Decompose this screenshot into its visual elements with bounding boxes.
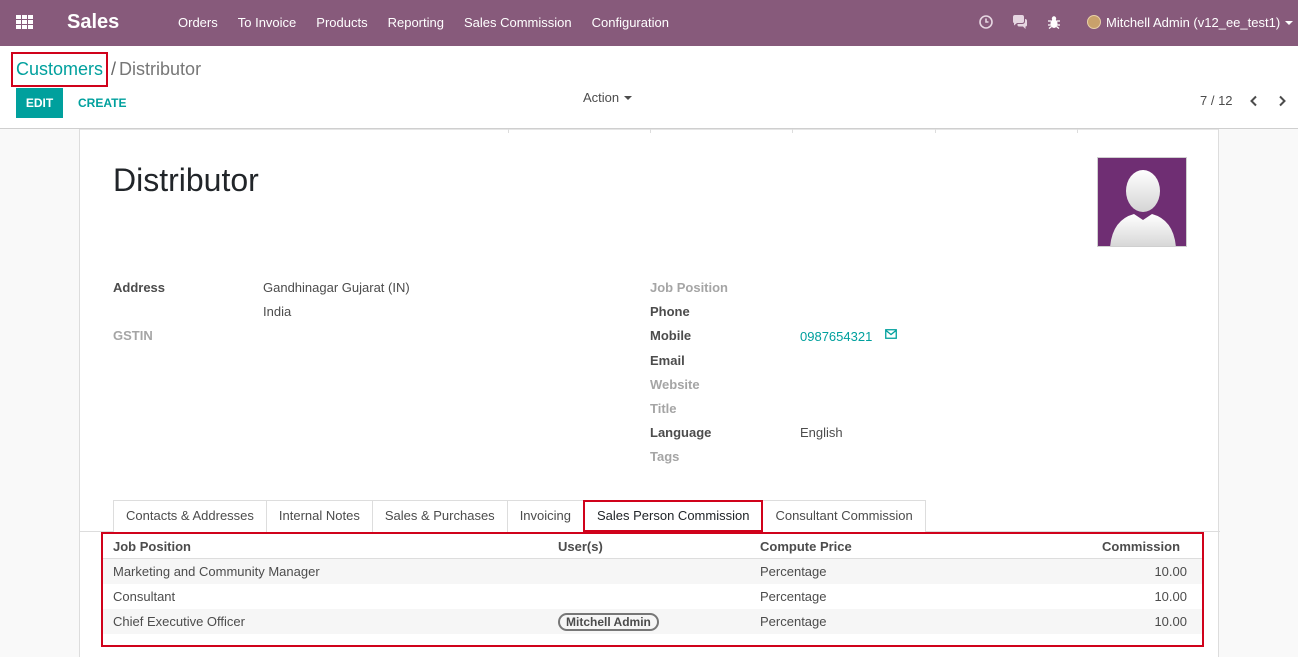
menu-item-reporting[interactable]: Reporting [378, 0, 454, 46]
cell-commission: 10.00 [1154, 589, 1187, 604]
create-button[interactable]: CREATE [70, 88, 134, 118]
divider [650, 129, 651, 133]
cell-job-position: Consultant [113, 589, 176, 604]
tab-sales-person-commission[interactable]: Sales Person Commission [583, 500, 764, 532]
user-menu[interactable]: Mitchell Admin (v12_ee_test1) [1087, 0, 1294, 46]
pager-value[interactable]: 7 / 12 [1200, 93, 1233, 108]
job-position-label: Job Position [650, 280, 728, 295]
form-sheet: Distributor Address Gandhinagar Gujarat … [79, 129, 1220, 657]
envelope-icon[interactable] [885, 329, 897, 339]
address-label: Address [113, 280, 166, 295]
table-header: Job Position User(s) Compute Price Commi… [103, 534, 1202, 559]
cell-compute-price: Percentage [760, 589, 827, 604]
menu-item-orders[interactable]: Orders [168, 0, 228, 46]
apps-icon[interactable] [16, 15, 33, 30]
breadcrumb: Customers / Distributor [11, 52, 201, 87]
chat-icon[interactable] [1012, 14, 1028, 30]
divider [935, 129, 936, 133]
language-value: English [800, 425, 843, 440]
user-placeholder-icon [1110, 170, 1176, 246]
table-row[interactable]: Marketing and Community Manager Percenta… [103, 559, 1202, 584]
divider [792, 129, 793, 133]
divider [1077, 129, 1078, 133]
commission-table: Job Position User(s) Compute Price Commi… [101, 532, 1204, 647]
tab-contacts-addresses[interactable]: Contacts & Addresses [113, 500, 267, 532]
table-row[interactable]: Chief Executive Officer Mitchell Admin P… [103, 609, 1202, 634]
button-box [80, 129, 1218, 133]
column-header-job-position[interactable]: Job Position [113, 534, 191, 559]
chevron-right-icon[interactable] [1276, 95, 1288, 107]
breadcrumb-customers[interactable]: Customers [11, 52, 109, 87]
address-line1: Gandhinagar Gujarat (IN) [263, 280, 410, 295]
app-brand[interactable]: Sales [67, 11, 119, 34]
menu-item-configuration[interactable]: Configuration [582, 0, 679, 46]
record-title: Distributor [113, 162, 259, 198]
avatar[interactable] [1097, 157, 1187, 247]
cell-compute-price: Percentage [760, 564, 827, 579]
chevron-down-icon [1285, 21, 1294, 25]
menu-item-sales-commission[interactable]: Sales Commission [454, 0, 582, 46]
cell-job-position: Marketing and Community Manager [113, 564, 320, 579]
menu-item-to-invoice[interactable]: To Invoice [228, 0, 307, 46]
main-menu: Orders To Invoice Products Reporting Sal… [168, 0, 679, 46]
phone-label: Phone [650, 304, 690, 319]
language-label: Language [650, 425, 712, 440]
table-row[interactable]: Consultant Percentage 10.00 [103, 584, 1202, 609]
breadcrumb-separator: / [111, 59, 117, 79]
menu-item-products[interactable]: Products [306, 0, 377, 46]
tab-consultant-commission[interactable]: Consultant Commission [762, 500, 926, 532]
action-label: Action [583, 90, 620, 105]
mobile-link[interactable]: 0987654321 [800, 329, 872, 344]
cell-job-position: Chief Executive Officer [113, 614, 245, 629]
gstin-label: GSTIN [113, 328, 153, 343]
user-avatar [1087, 15, 1101, 29]
column-header-users[interactable]: User(s) [558, 534, 603, 559]
control-panel: Customers / Distributor EDIT CREATE Action… [0, 46, 1298, 129]
chevron-down-icon [624, 96, 633, 100]
tab-sales-purchases[interactable]: Sales & Purchases [371, 500, 508, 532]
cell-users: Mitchell Admin [558, 609, 659, 634]
address-line2: India [263, 304, 292, 319]
action-dropdown[interactable]: Action [583, 88, 633, 108]
bug-icon[interactable] [1046, 14, 1062, 30]
notebook-tabs: Contacts & Addresses Internal Notes Sale… [113, 500, 926, 532]
top-navbar: Sales Orders To Invoice Products Reporti… [0, 0, 1298, 46]
chevron-left-icon[interactable] [1248, 95, 1260, 107]
mobile-label: Mobile [650, 328, 692, 343]
website-label: Website [650, 377, 700, 392]
cell-commission: 10.00 [1154, 614, 1187, 629]
title-label: Title [650, 401, 677, 416]
column-header-commission[interactable]: Commission [1102, 534, 1180, 559]
breadcrumb-current: Distributor [119, 59, 202, 79]
tab-internal-notes[interactable]: Internal Notes [265, 500, 373, 532]
clock-icon[interactable] [978, 14, 994, 30]
divider [508, 129, 509, 133]
cell-commission: 10.00 [1154, 564, 1187, 579]
email-label: Email [650, 353, 685, 368]
user-tag-badge[interactable]: Mitchell Admin [558, 613, 659, 631]
tab-invoicing[interactable]: Invoicing [506, 500, 584, 532]
column-header-compute-price[interactable]: Compute Price [760, 534, 852, 559]
user-name: Mitchell Admin (v12_ee_test1) [1106, 15, 1281, 30]
cell-compute-price: Percentage [760, 614, 827, 629]
edit-button[interactable]: EDIT [16, 88, 63, 118]
tags-label: Tags [650, 449, 680, 464]
